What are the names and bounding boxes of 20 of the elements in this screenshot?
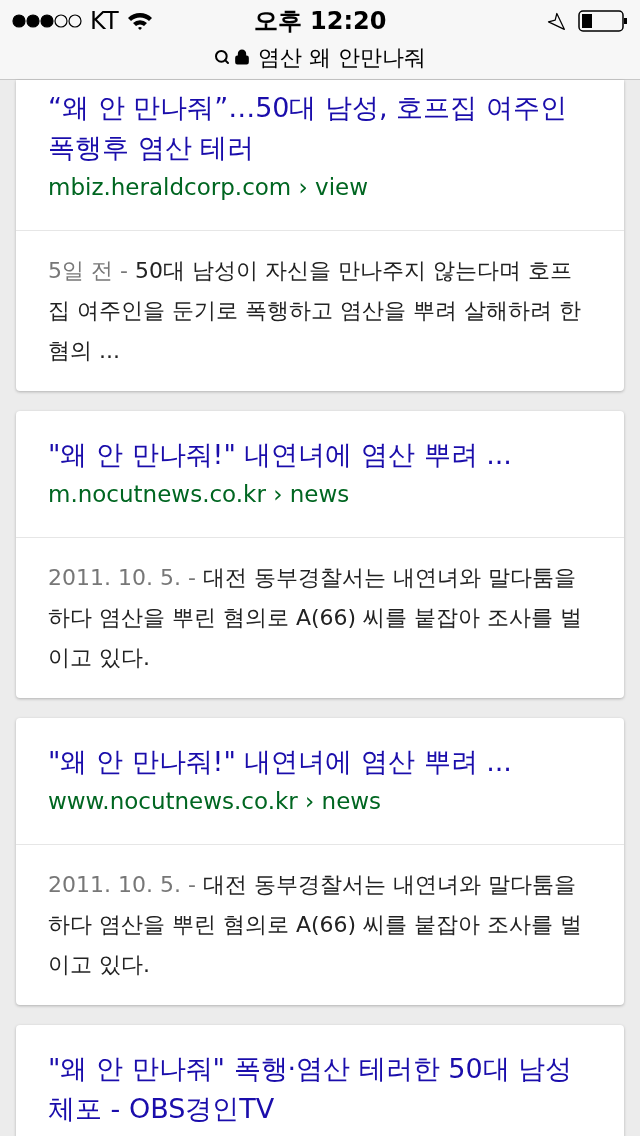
result-title-link[interactable]: "왜 안 만나줘!" 내연녀에 염산 뿌려 ... — [48, 435, 592, 475]
result-url[interactable]: m.nocutnews.co.kr › news — [48, 475, 592, 525]
wifi-icon — [126, 11, 153, 31]
search-query: 염산 왜 안만나줘 — [258, 43, 426, 72]
result-snippet: 5일 전 - 50대 남성이 자신을 만나주지 않는다며 호프집 여주인을 둔기로 폭행하고 염산을 뿌려 살해하려 한 혐의 ... — [48, 257, 582, 365]
result-snippet: 2011. 10. 5. - 대전 동부경찰서는 내연녀와 말다툼을 하다 염산을 뿌린 혐의로 A(66) 씨를 붙잡아 조사를 벌이고 있다. — [48, 564, 584, 672]
result-snippet: 2011. 10. 5. - 대전 동부경찰서는 내연녀와 말다툼을 하다 염산을 뿌린 혐의로 A(66) 씨를 붙잡아 조사를 벌이고 있다. — [48, 871, 584, 979]
carrier-name: KT — [90, 6, 119, 37]
battery-icon — [578, 10, 628, 32]
clock-time: 오후 12:20 — [253, 6, 387, 37]
result-url[interactable]: mbiz.heraldcorp.com › view — [48, 168, 592, 218]
signal-icon — [12, 14, 82, 28]
address-bar[interactable]: 염산 왜 안만나줘 — [12, 42, 628, 72]
result-url[interactable]: www.nocutnews.co.kr › news — [48, 782, 592, 832]
location-icon — [546, 11, 566, 31]
result-title-link[interactable]: "왜 안 만나줘!" 내연녀에 염산 뿌려 ... — [48, 742, 592, 782]
lock-icon — [234, 49, 250, 65]
result-title-link[interactable]: “왜 안 만나줘”…50대 남성, 호프집 여주인 폭행후 염산 테러 — [48, 88, 592, 168]
search-icon — [214, 49, 230, 65]
result-title-link[interactable]: "왜 안 만나줘" 폭행·염산 테러한 50대 남성 체포 - OBS경인TV — [48, 1049, 592, 1129]
